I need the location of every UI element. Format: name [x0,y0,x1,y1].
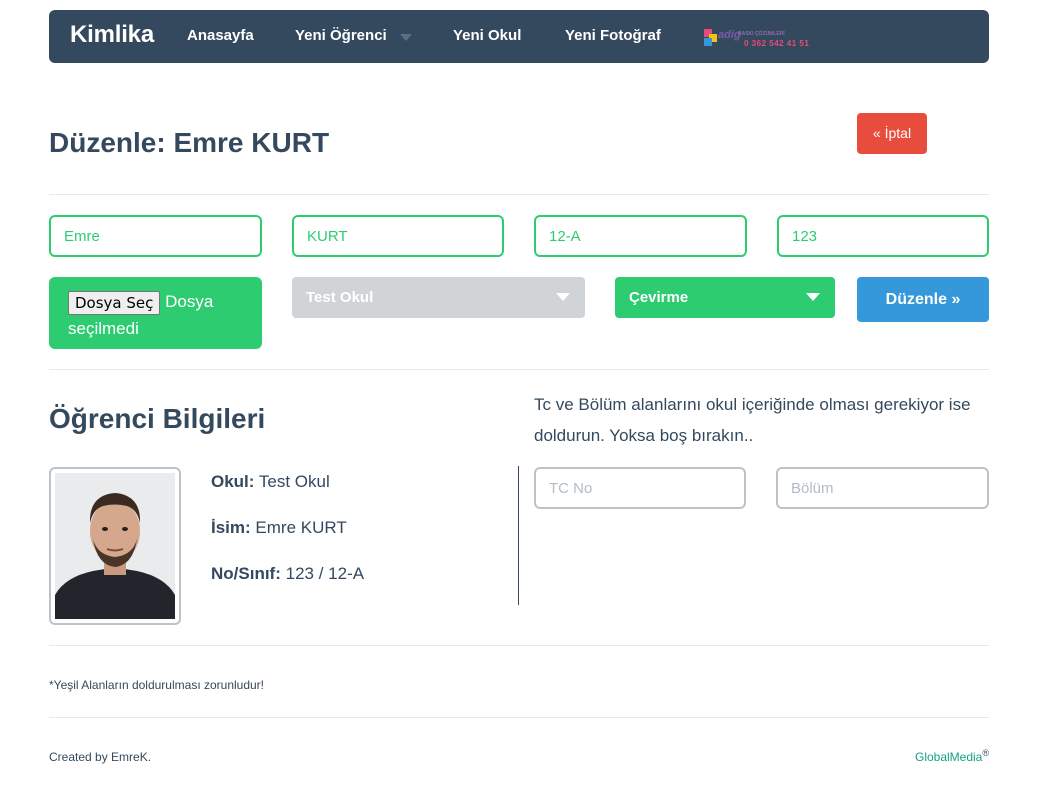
company-link[interactable]: GlobalMedia® [915,748,989,764]
divider [49,369,989,370]
top-navbar: Kimlika Anasayfa Yeni Öğrenci Yeni Okul … [49,10,989,63]
tc-number-field[interactable] [534,467,746,509]
school-select: Test Okul [292,277,585,318]
cancel-button[interactable]: « İptal [857,113,927,154]
name-value: Emre KURT [255,518,347,537]
page-title: Düzenle: Emre KURT [49,127,330,158]
chevron-down-icon [556,293,570,301]
file-upload-box: Dosya Seç Dosya seçilmedi [49,277,262,349]
divider [49,194,989,195]
divider [49,717,989,718]
school-label: Okul: [211,472,255,491]
required-fields-note: *Yeşil Alanların doldurulması zorunludur… [49,678,265,692]
file-choose-button[interactable]: Dosya Seç [68,290,161,315]
name-label: İsim: [211,518,251,537]
school-info: Okul: Test Okul [211,472,330,492]
banner-tagline: BASKI ÇÖZÜMLERİ [738,31,785,37]
rotation-select-value: Çevirme [629,289,689,306]
rotation-select[interactable]: Çevirme [615,277,835,318]
created-by-text: Created by EmreK. [49,750,152,764]
class-field[interactable] [534,215,747,257]
number-class-label: No/Sınıf: [211,564,281,583]
school-value: Test Okul [258,472,330,491]
chevron-down-icon [806,293,820,301]
number-class-value: 123 / 12-A [285,564,365,583]
nav-link-home[interactable]: Anasayfa [187,27,254,44]
nav-link-new-student[interactable]: Yeni Öğrenci [295,27,387,44]
banner-logo-square [704,38,712,46]
first-name-field[interactable] [49,215,262,257]
name-info: İsim: Emre KURT [211,518,347,538]
vertical-divider [518,466,519,605]
student-photo [55,473,175,619]
banner-phone: 0 362 542 41 51 [744,39,810,48]
optional-fields-note: Tc ve Bölüm alanlarını okul içeriğinde o… [534,395,971,445]
school-select-value: Test Okul [306,289,374,306]
submit-edit-button[interactable]: Düzenle » [857,277,989,322]
divider [49,645,989,646]
number-field[interactable] [777,215,989,257]
nav-link-new-photo[interactable]: Yeni Fotoğraf [565,27,661,44]
student-photo-frame [49,467,181,625]
sponsor-banner[interactable]: adig BASKI ÇÖZÜMLERİ 0 362 542 41 51 [704,29,822,49]
number-class-info: No/Sınıf: 123 / 12-A [211,564,364,584]
student-info-heading: Öğrenci Bilgileri [49,403,266,434]
nav-link-new-school[interactable]: Yeni Okul [453,27,521,44]
department-field[interactable] [776,467,989,509]
student-portrait-image [55,473,175,619]
last-name-field[interactable] [292,215,504,257]
registered-mark: ® [982,748,989,758]
dropdown-caret-icon[interactable] [400,34,412,41]
company-name[interactable]: GlobalMedia [915,750,982,764]
brand-logo[interactable]: Kimlika [70,21,154,49]
